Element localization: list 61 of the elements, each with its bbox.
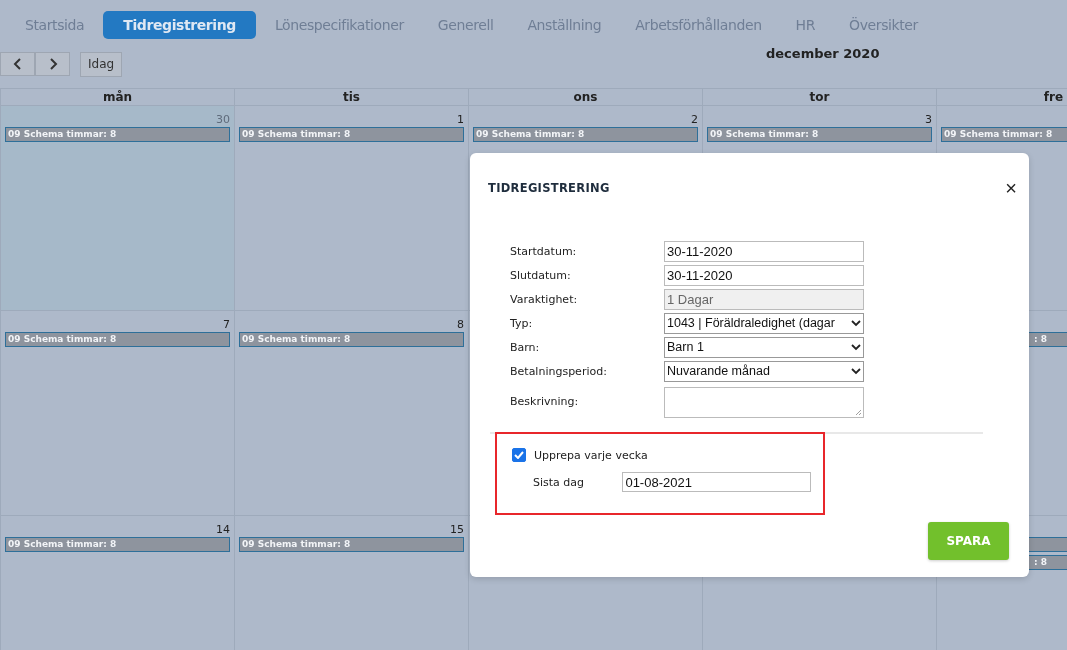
nav-tab[interactable]: Lönespecifikationer [259, 11, 419, 39]
nav-tab[interactable]: Tidregistrering [103, 11, 256, 39]
day-number: 15 [450, 523, 464, 536]
field-label: Beskrivning: [510, 395, 580, 408]
field-label: Varaktighet: [510, 293, 579, 306]
next-button[interactable] [35, 52, 70, 76]
duration-field: 1 Dagar [664, 289, 864, 310]
day-number: 7 [223, 318, 230, 331]
weekday-header: tor [702, 89, 936, 105]
field-label: Betalningsperiod: [510, 365, 608, 378]
nav-tab[interactable]: HR [780, 11, 831, 39]
field-label: Slutdatum: [510, 269, 572, 282]
day-number: 2 [691, 113, 698, 126]
field-label: Barn: [510, 341, 541, 354]
resize-grip-icon[interactable] [855, 409, 862, 416]
nav-tab[interactable]: Generell [422, 11, 509, 39]
nav-tab[interactable]: Översikter [834, 11, 933, 39]
chevron-down-icon [851, 368, 861, 375]
chevron-right-icon [47, 58, 58, 70]
day-number: 30 [216, 113, 230, 126]
calendar-event[interactable]: 09 Schema timmar: 8 [239, 537, 464, 552]
date-field[interactable]: 01-08-2021 [622, 472, 811, 492]
dropdown[interactable]: 1043 | Föräldraledighet (dagar [664, 313, 864, 334]
calendar-event[interactable]: 09 Schema timmar: 8 [239, 332, 464, 347]
weekday-header: ons [468, 89, 702, 105]
today-button[interactable]: Idag [80, 51, 123, 77]
chevron-left-icon [12, 58, 23, 70]
field-label: Startdatum: [510, 245, 578, 258]
previous-button[interactable] [0, 52, 35, 76]
calendar-event[interactable]: 09 Schema timmar: 8 [5, 332, 230, 347]
nav-tab[interactable]: Arbetsförhållanden [620, 11, 777, 39]
dropdown[interactable]: Nuvarande månad [664, 361, 864, 382]
day-number: 14 [216, 523, 230, 536]
weekday-header: tis [234, 89, 468, 105]
day-number: 8 [457, 318, 464, 331]
checkbox[interactable] [512, 448, 526, 462]
checkbox-label: Upprepa varje vecka [534, 448, 648, 462]
dropdown[interactable]: Barn 1 [664, 337, 864, 358]
date-field[interactable]: 30-11-2020 [664, 265, 864, 286]
save-button[interactable]: SPARA [928, 522, 1009, 560]
description-field[interactable] [664, 387, 864, 418]
calendar-event[interactable]: 09 Schema timmar: 8 [5, 537, 230, 552]
day-number: 1 [457, 113, 464, 126]
weekday-header: fre [936, 89, 1067, 105]
dialog-title: TIDREGISTRERING [488, 181, 610, 195]
nav-tab[interactable]: Anställning [512, 11, 617, 39]
month-title: december 2020 [766, 46, 880, 61]
nav-tab[interactable]: Startsida [10, 11, 100, 39]
field-label: Sista dag [533, 475, 586, 489]
close-button[interactable]: × [1005, 178, 1017, 198]
calendar-event[interactable]: 09 Schema timmar: 8 [941, 127, 1067, 142]
calendar-event[interactable]: 09 Schema timmar: 8 [707, 127, 932, 142]
calendar-event[interactable]: 09 Schema timmar: 8 [473, 127, 698, 142]
day-number: 3 [925, 113, 932, 126]
chevron-down-icon [851, 320, 861, 327]
date-field[interactable]: 30-11-2020 [664, 241, 864, 262]
calendar-event[interactable]: 09 Schema timmar: 8 [5, 127, 230, 142]
chevron-down-icon [851, 344, 861, 351]
field-label: Typ: [510, 317, 534, 330]
calendar-event[interactable]: 09 Schema timmar: 8 [239, 127, 464, 142]
weekday-header: mån [0, 89, 234, 105]
